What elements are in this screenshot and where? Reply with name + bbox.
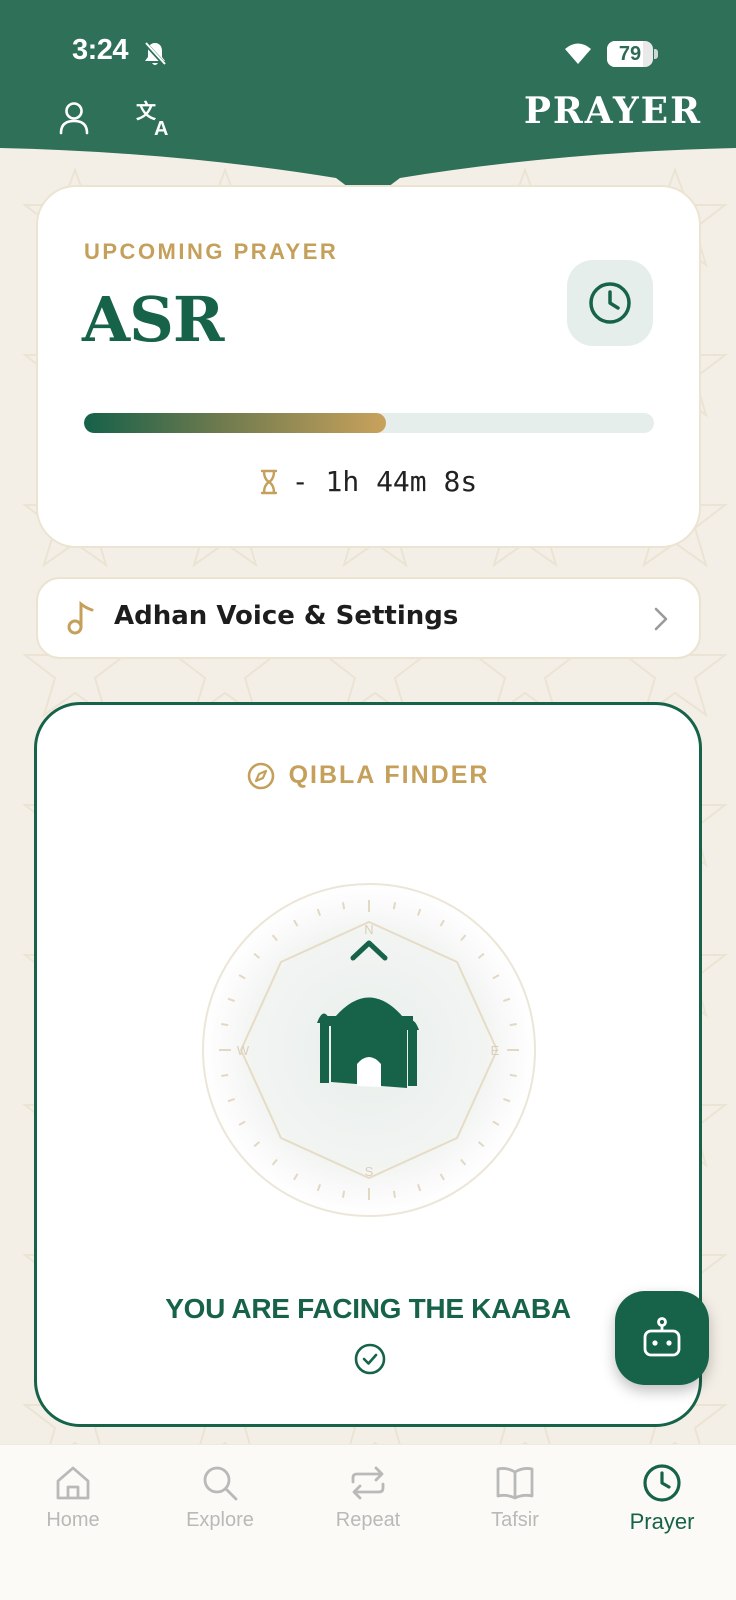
compass-south-label: S	[365, 1164, 374, 1179]
compass-tick	[392, 902, 397, 910]
chevron-right-icon	[653, 606, 669, 636]
qibla-finder-title: QIBLA FINDER	[288, 761, 490, 789]
nav-item-repeat[interactable]: Repeat	[303, 1463, 433, 1532]
compass-icon	[247, 762, 274, 789]
qibla-status: YOU ARE FACING THE KAABA	[165, 1293, 571, 1324]
compass-tick	[392, 1190, 397, 1198]
upcoming-prayer-name: ASR	[82, 283, 224, 356]
nav-label-home: Home	[46, 1509, 100, 1531]
search-icon	[200, 1463, 240, 1503]
battery-indicator: 79	[607, 41, 653, 67]
clock-icon	[589, 282, 631, 324]
nav-label-explore: Explore	[186, 1509, 254, 1531]
compass-tick	[221, 1022, 229, 1027]
qibla-compass: N E S W	[202, 883, 536, 1217]
qibla-finder-card: QIBLA FINDER N E S W YOU ARE FACING THE …	[34, 702, 702, 1427]
repeat-icon	[348, 1463, 388, 1503]
battery-percent: 79	[618, 42, 642, 65]
compass-tick	[509, 1022, 517, 1027]
adhan-settings-row[interactable]: Adhan Voice & Settings	[36, 577, 701, 659]
upcoming-prayer-card: UPCOMING PRAYER ASR - 1h 44m 8s	[36, 185, 701, 548]
qibla-finder-heading: QIBLA FINDER	[37, 761, 699, 790]
nav-item-home[interactable]: Home	[8, 1463, 138, 1532]
compass-tick	[221, 1073, 229, 1078]
bell-off-icon	[143, 41, 167, 71]
prayer-progress-fill	[84, 413, 387, 433]
clock-icon	[642, 1463, 682, 1503]
book-icon	[495, 1463, 535, 1503]
translate-icon: 文 A	[136, 99, 168, 138]
nav-label-tafsir: Tafsir	[491, 1509, 539, 1531]
nav-item-prayer[interactable]: Prayer	[597, 1463, 727, 1535]
music-note-icon	[66, 600, 96, 640]
status-time: 3:24	[72, 34, 129, 66]
nav-item-explore[interactable]: Explore	[155, 1463, 285, 1532]
nav-label-prayer: Prayer	[629, 1509, 695, 1534]
svg-text:A: A	[154, 118, 168, 138]
hourglass-icon	[260, 469, 277, 494]
countdown: - 1h 44m 8s	[38, 465, 699, 498]
compass-east-label: E	[491, 1043, 500, 1058]
prayer-times-button[interactable]	[567, 260, 653, 346]
assistant-fab[interactable]	[615, 1291, 709, 1385]
prayer-progress-bar	[84, 413, 654, 433]
compass-tick	[341, 1190, 346, 1198]
compass-north-label: N	[364, 922, 373, 937]
robot-icon	[643, 1317, 681, 1357]
battery-nub	[654, 49, 658, 59]
compass-tick	[509, 1073, 517, 1078]
check-circle-icon	[354, 1343, 386, 1375]
countdown-text: - 1h 44m 8s	[291, 465, 478, 498]
adhan-settings-label: Adhan Voice & Settings	[114, 601, 459, 631]
nav-label-repeat: Repeat	[335, 1509, 401, 1531]
app-header: 3:24 79 文 A PRAYER	[0, 0, 736, 205]
wifi-icon	[562, 40, 594, 70]
person-icon	[59, 102, 89, 135]
home-icon	[53, 1463, 93, 1503]
nav-item-tafsir[interactable]: Tafsir	[450, 1463, 580, 1532]
profile-button[interactable]	[52, 96, 96, 140]
compass-west-label: W	[237, 1043, 250, 1058]
page-title: PRAYER	[523, 90, 702, 132]
bottom-navigation: Home Explore Repeat Tafsir Prayer	[0, 1444, 736, 1600]
upcoming-prayer-label: UPCOMING PRAYER	[84, 239, 339, 264]
compass-tick	[341, 902, 346, 910]
translate-button[interactable]: 文 A	[132, 96, 176, 140]
